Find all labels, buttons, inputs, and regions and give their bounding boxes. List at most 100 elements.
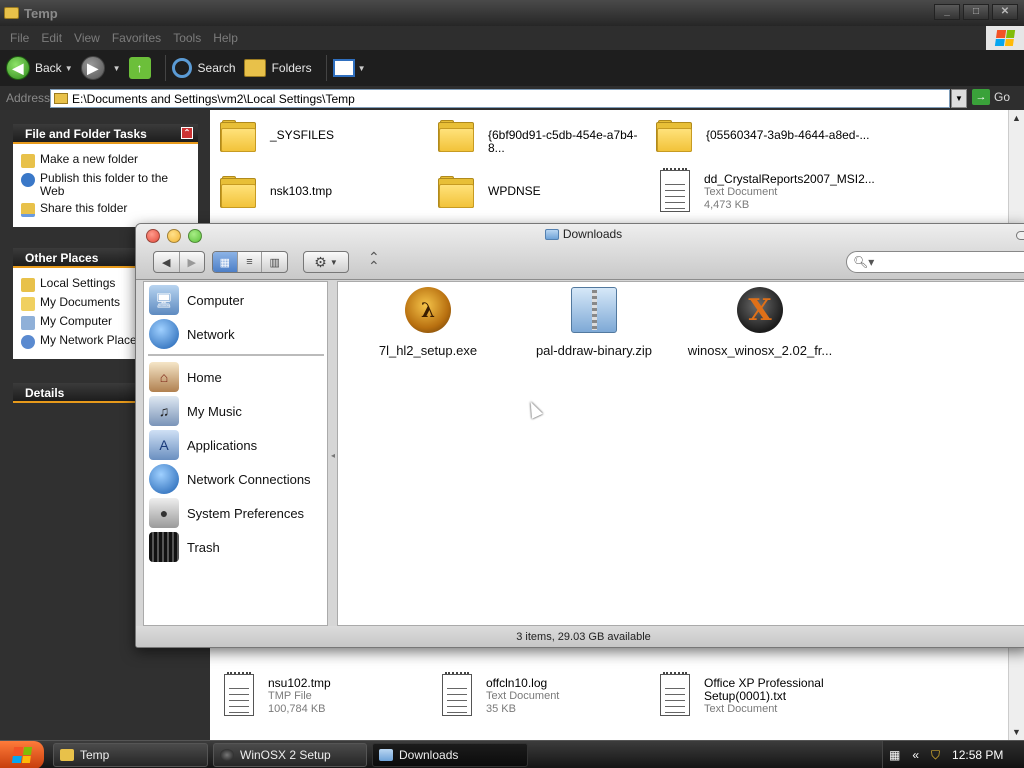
action-gear-button[interactable]: ⚙ ▼ bbox=[303, 251, 349, 273]
file-item[interactable]: dd_CrystalReports2007_MSI2... Text Docum… bbox=[656, 168, 875, 212]
address-bar: Address E:\Documents and Settings\vm2\Lo… bbox=[0, 86, 1024, 110]
text-document-icon bbox=[660, 168, 690, 212]
globe-icon bbox=[149, 319, 179, 349]
menu-favorites[interactable]: Favorites bbox=[112, 31, 161, 45]
file-item[interactable]: {05560347-3a9b-4644-a8ed-... bbox=[656, 120, 871, 152]
file-item[interactable]: X winosx_winosx_2.02_fr... bbox=[670, 287, 850, 358]
sidebar-item-network-connections[interactable]: Network Connections bbox=[149, 463, 311, 495]
sidebar-item-trash[interactable]: Trash bbox=[149, 531, 220, 563]
folder-icon bbox=[220, 176, 258, 208]
security-shield-icon[interactable]: ⛉ bbox=[931, 748, 940, 763]
folder-icon bbox=[656, 120, 694, 152]
panel-header[interactable]: File and Folder Tasks ⌃ bbox=[13, 124, 198, 144]
up-folder-icon: ↑ bbox=[128, 57, 151, 79]
show-hidden-icons-chevron-icon[interactable]: « bbox=[912, 748, 919, 762]
toolbar-separator bbox=[164, 55, 166, 81]
toolbar-toggle-button[interactable] bbox=[1016, 231, 1024, 240]
finder-toolbar[interactable]: Downloads ◀ ▶ ▦ ≡ ▥ ⚙ ▼ ⌃ ⌃ 🔍︎▾ bbox=[136, 224, 1024, 280]
file-item[interactable]: λ 7l_hl2_setup.exe bbox=[338, 287, 518, 358]
task-publish-web[interactable]: Publish this folder to the Web bbox=[21, 172, 190, 198]
search-input[interactable]: 🔍︎▾ bbox=[846, 251, 1024, 273]
sidebar-item-home[interactable]: ⌂ Home bbox=[149, 361, 222, 393]
menu-view[interactable]: View bbox=[74, 31, 100, 45]
collapse-chevron-icon[interactable]: ⌃ ⌃ bbox=[368, 250, 380, 273]
sidebar-item-system-preferences[interactable]: ● System Preferences bbox=[149, 497, 304, 529]
forward-button[interactable]: ▶ bbox=[180, 252, 205, 272]
search-label: Search bbox=[197, 61, 236, 75]
tmp-file-icon bbox=[224, 672, 254, 716]
network-connections-icon bbox=[149, 464, 179, 494]
sidebar-divider bbox=[148, 354, 324, 356]
back-button[interactable]: ◀ bbox=[154, 252, 180, 272]
back-arrow-icon: ◀ bbox=[6, 56, 30, 80]
task-share-folder[interactable]: Share this folder bbox=[21, 202, 190, 217]
file-label: winosx_winosx_2.02_fr... bbox=[687, 343, 833, 358]
forward-button[interactable]: ▶ ▼ bbox=[80, 56, 121, 80]
file-item[interactable]: WPDNSE bbox=[438, 176, 653, 208]
sidebar-item-computer[interactable]: 🖥︎ Computer bbox=[149, 284, 244, 316]
panel-body: Make a new folder Publish this folder to… bbox=[13, 144, 198, 227]
scroll-up-icon[interactable]: ▲ bbox=[1009, 110, 1024, 126]
folder-icon bbox=[54, 93, 68, 104]
up-folder-button[interactable]: ↑ bbox=[128, 57, 151, 79]
address-input[interactable]: E:\Documents and Settings\vm2\Local Sett… bbox=[50, 89, 950, 108]
start-button[interactable] bbox=[0, 741, 44, 768]
address-path: E:\Documents and Settings\vm2\Local Sett… bbox=[72, 91, 355, 106]
menu-tools[interactable]: Tools bbox=[173, 31, 201, 45]
osx-x-icon: X bbox=[737, 287, 783, 333]
explorer-titlebar[interactable]: Temp _ □ ✕ bbox=[0, 0, 1024, 26]
system-tray: ▦ « ⛉ 12:58 PM bbox=[882, 741, 1024, 768]
close-button[interactable]: ✕ bbox=[992, 4, 1018, 20]
chevron-down-icon[interactable]: ▼ bbox=[113, 64, 121, 73]
chevron-down-icon[interactable]: ▼ bbox=[65, 64, 73, 73]
sidebar-item-my-music[interactable]: ♫ My Music bbox=[149, 395, 242, 427]
list-view-button[interactable]: ≡ bbox=[238, 252, 263, 272]
maximize-button[interactable]: □ bbox=[963, 4, 989, 20]
globe-icon bbox=[21, 173, 35, 187]
taskbar-button-winosx-setup[interactable]: WinOSX 2 Setup bbox=[213, 743, 367, 767]
back-button[interactable]: ◀ Back ▼ bbox=[6, 56, 73, 80]
file-item[interactable]: offcln10.log Text Document 35 KB bbox=[438, 672, 653, 716]
computer-icon: 🖥︎ bbox=[149, 285, 179, 315]
standard-toolbar: ◀ Back ▼ ▶ ▼ ↑ Search Folders ▼ bbox=[0, 50, 1024, 86]
folder-icon bbox=[379, 749, 393, 761]
music-icon: ♫ bbox=[149, 396, 179, 426]
file-item[interactable]: nsk103.tmp bbox=[220, 176, 435, 208]
downloads-window: Downloads ◀ ▶ ▦ ≡ ▥ ⚙ ▼ ⌃ ⌃ 🔍︎▾ 🖥︎ Compute… bbox=[135, 223, 1024, 648]
go-arrow-icon: → bbox=[972, 89, 990, 105]
file-item[interactable]: {6bf90d91-c5db-454e-a7b4-8... bbox=[438, 120, 653, 155]
taskbar-button-temp[interactable]: Temp bbox=[53, 743, 208, 767]
clock[interactable]: 12:58 PM bbox=[952, 748, 1003, 762]
menu-file[interactable]: File bbox=[10, 31, 29, 45]
address-dropdown-button[interactable]: ▼ bbox=[951, 89, 967, 108]
collapse-icon[interactable]: ⌃ bbox=[181, 127, 193, 139]
sidebar-item-applications[interactable]: A Applications bbox=[149, 429, 257, 461]
folder-icon bbox=[438, 176, 476, 208]
sidebar-splitter[interactable]: ◂ bbox=[329, 281, 337, 626]
folders-button[interactable]: Folders bbox=[243, 59, 312, 77]
menu-edit[interactable]: Edit bbox=[41, 31, 62, 45]
menu-help[interactable]: Help bbox=[213, 31, 238, 45]
sidebar-item-network[interactable]: Network bbox=[149, 318, 235, 350]
folders-icon bbox=[243, 59, 266, 77]
scroll-down-icon[interactable]: ▼ bbox=[1009, 724, 1024, 740]
back-forward-control: ◀ ▶ bbox=[153, 251, 205, 273]
windows-logo-icon bbox=[11, 747, 33, 763]
folders-label: Folders bbox=[271, 61, 312, 75]
column-view-button[interactable]: ▥ bbox=[262, 252, 287, 272]
folder-icon bbox=[220, 120, 258, 152]
file-item[interactable]: pal-ddraw-binary.zip bbox=[504, 287, 684, 358]
views-button[interactable]: ▼ bbox=[332, 59, 366, 77]
taskbar-button-downloads[interactable]: Downloads bbox=[372, 743, 528, 767]
zip-archive-icon bbox=[571, 287, 617, 333]
setup-icon bbox=[220, 749, 234, 761]
minimize-button[interactable]: _ bbox=[934, 4, 960, 20]
search-button[interactable]: Search bbox=[171, 58, 236, 78]
task-new-folder[interactable]: Make a new folder bbox=[21, 153, 190, 168]
file-item[interactable]: nsu102.tmp TMP File 100,784 KB bbox=[220, 672, 435, 716]
icon-view-button[interactable]: ▦ bbox=[213, 252, 238, 272]
go-button[interactable]: → Go bbox=[972, 89, 1010, 105]
keyboard-icon[interactable]: ▦ bbox=[889, 748, 900, 762]
file-item[interactable]: _SYSFILES bbox=[220, 120, 435, 152]
file-item[interactable]: Office XP Professional Setup(0001).txt T… bbox=[656, 672, 826, 716]
